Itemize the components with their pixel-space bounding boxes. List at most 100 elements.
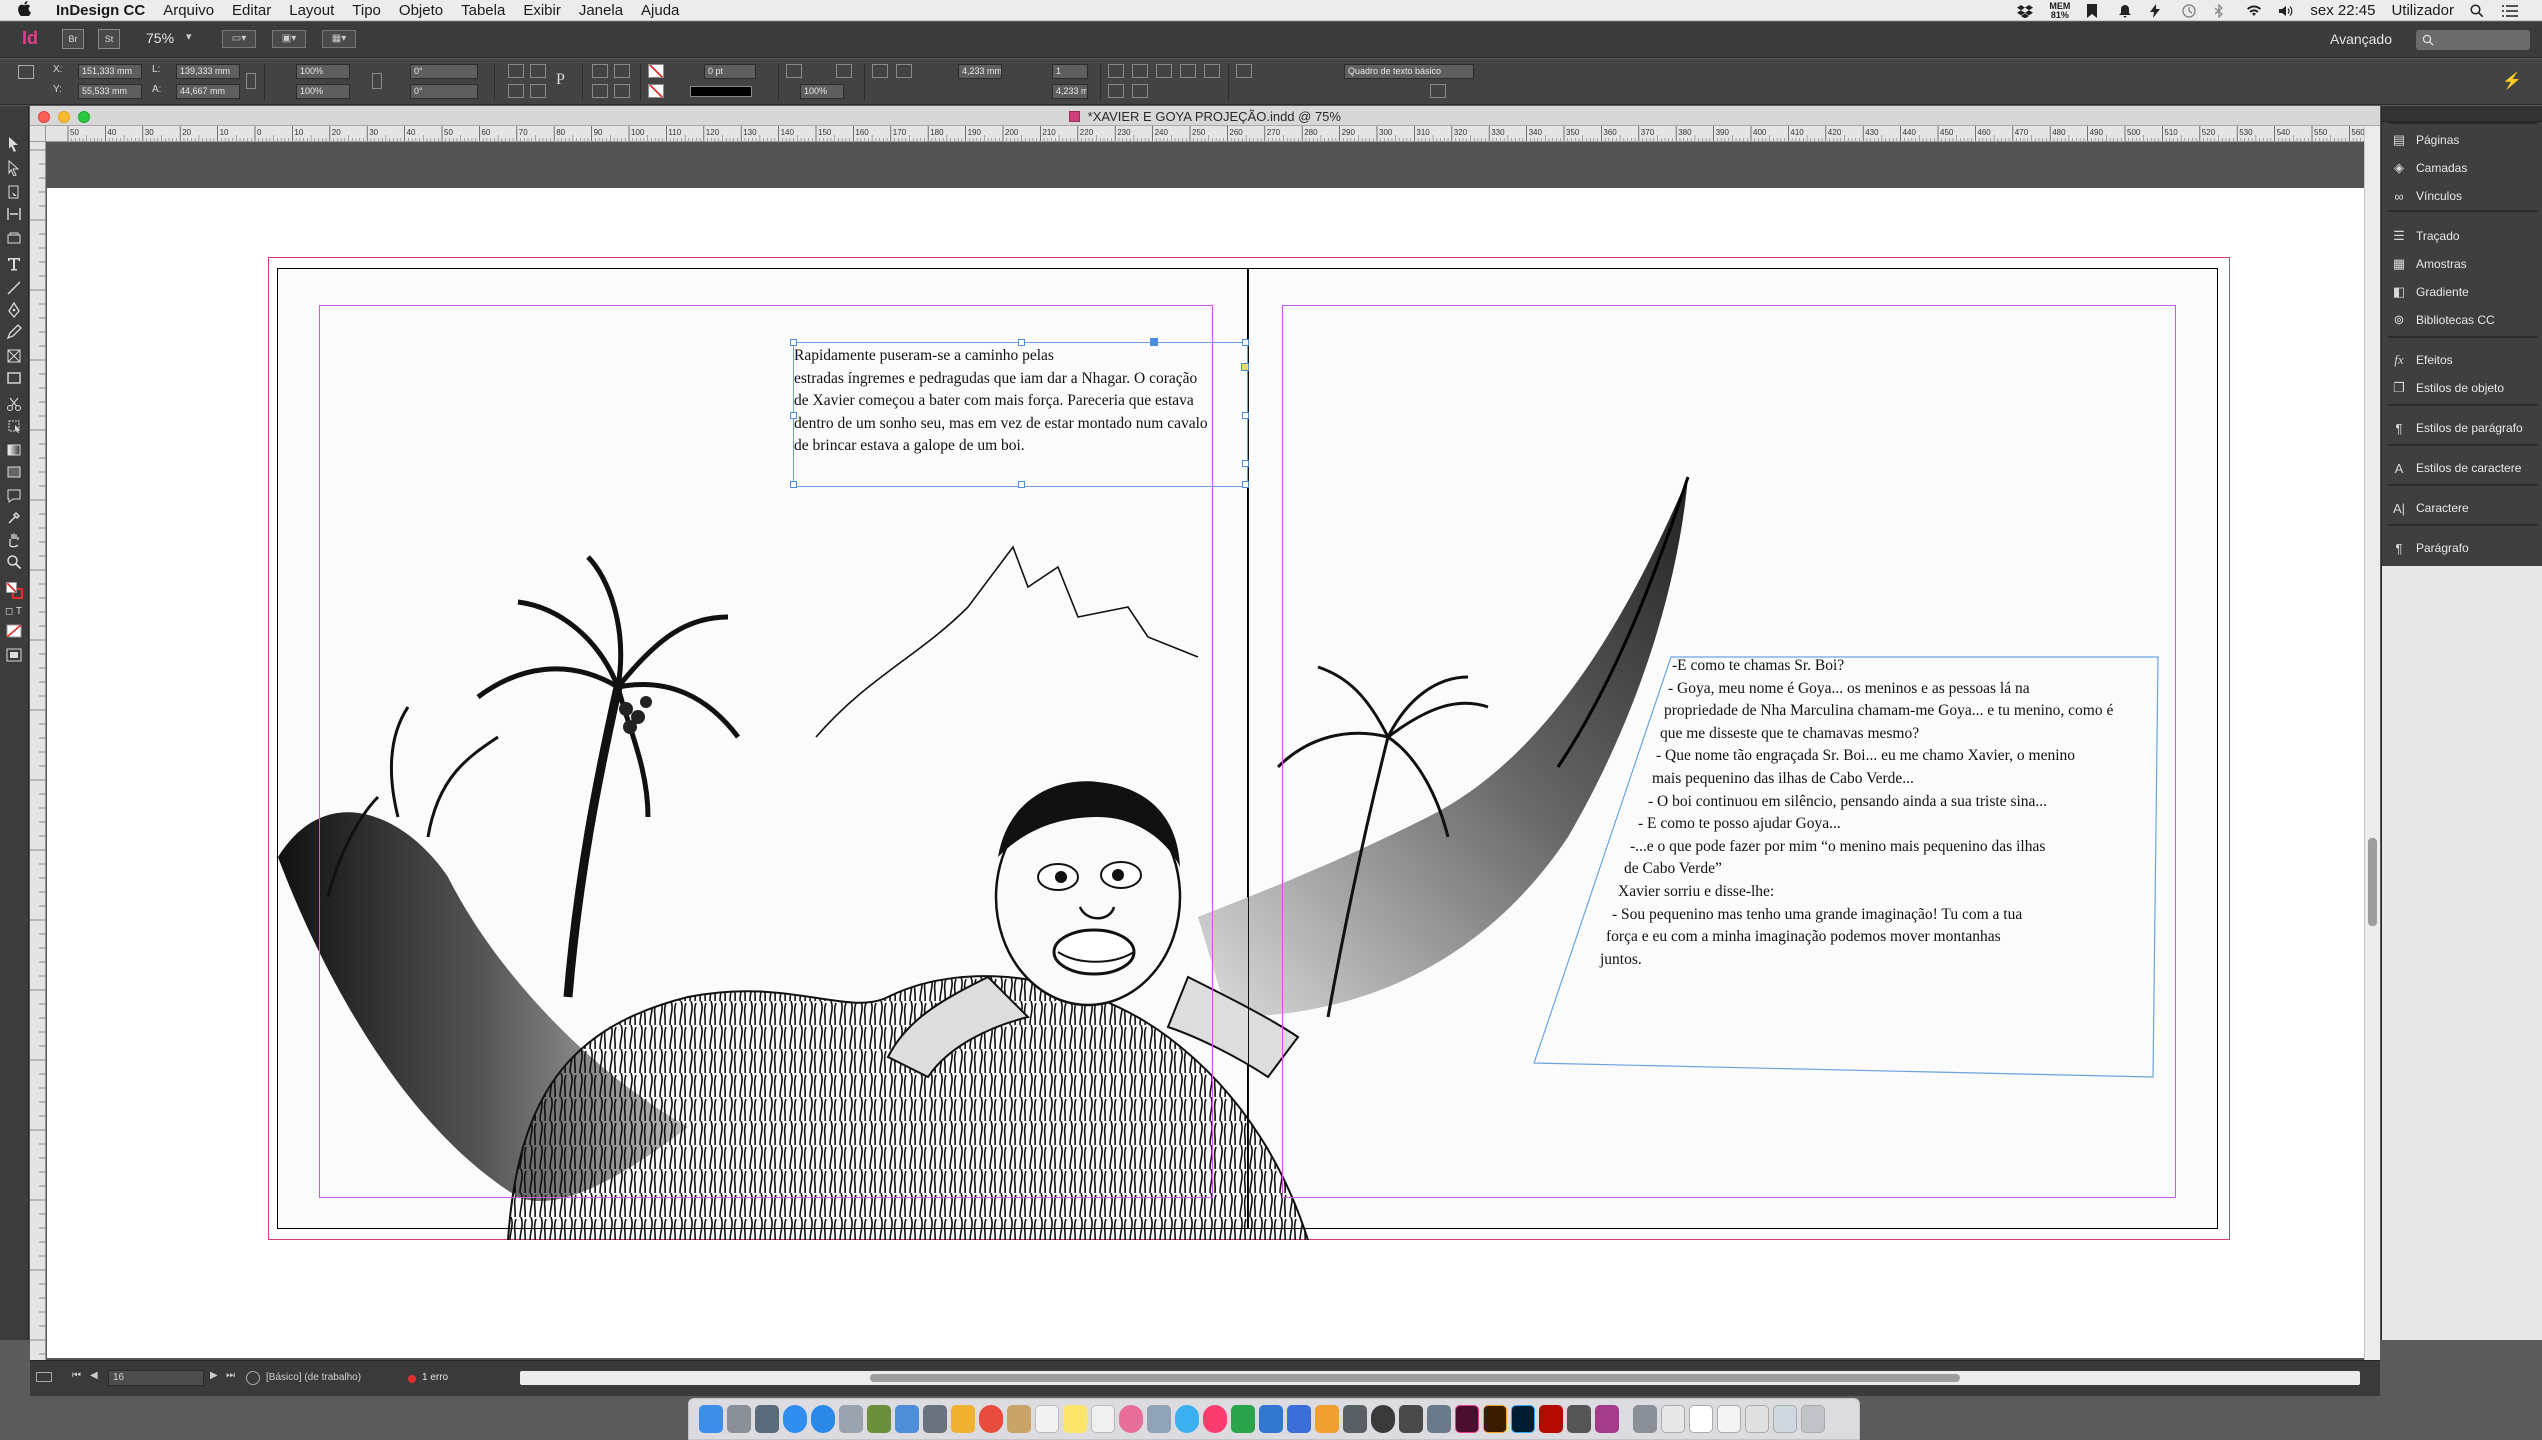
corner-options-handle[interactable] [1241, 363, 1249, 371]
text-frame-options-icon[interactable] [872, 64, 888, 78]
scale-x-field[interactable]: 100% [296, 64, 350, 79]
document-stack-icon[interactable] [1689, 1405, 1713, 1433]
constrain-scale-icon[interactable] [372, 73, 382, 89]
notes-icon[interactable] [1063, 1405, 1087, 1433]
panel-paragraph-styles[interactable]: ¶ Estilos de parágrafo [2390, 418, 2523, 438]
selection-handle[interactable] [790, 412, 797, 419]
content-collector-icon[interactable] [6, 230, 22, 246]
gap-tool-icon[interactable] [6, 206, 22, 222]
flip-vertical-icon[interactable] [530, 84, 546, 98]
align-vertical-centers-icon[interactable] [1204, 64, 1220, 78]
preflight-icon[interactable] [246, 1371, 260, 1385]
page-thumbnail-icon[interactable] [36, 1372, 52, 1382]
left-text-frame[interactable]: Rapidamente puseram-se a caminho pelas e… [790, 338, 1249, 488]
selection-tool-icon[interactable] [6, 136, 22, 152]
direct-selection-tool-icon[interactable] [6, 160, 22, 176]
migration-icon[interactable] [1399, 1405, 1423, 1433]
panel-paragraph[interactable]: ¶ Parágrafo [2390, 538, 2469, 558]
shear-angle-field[interactable]: 0° [410, 84, 478, 99]
first-page-icon[interactable]: ⏮ [72, 1370, 81, 1381]
lightning-icon[interactable]: ⚡ [2502, 71, 2522, 91]
free-transform-tool-icon[interactable] [6, 418, 22, 434]
height-field[interactable]: 44,667 mm [176, 84, 240, 99]
select-container-icon[interactable] [592, 64, 608, 78]
align-left-edges-icon[interactable] [1108, 64, 1124, 78]
screen-mode-button[interactable]: ▣▾ [272, 30, 306, 48]
memory-status[interactable]: MEM 81% [2049, 1, 2070, 20]
launchpad-icon[interactable] [727, 1405, 751, 1433]
right-story-text[interactable]: -E como te chamas Sr. Boi? - Goya, meu n… [1548, 655, 2168, 971]
photoshop-app-icon[interactable] [1511, 1405, 1535, 1433]
rotate-counterclockwise-icon[interactable] [530, 64, 546, 78]
distribute-vertical-icon[interactable] [1132, 84, 1148, 98]
panel-links[interactable]: ∞ Vínculos [2390, 186, 2462, 206]
page-tool-icon[interactable] [6, 184, 22, 200]
search-input[interactable] [2416, 30, 2530, 50]
notes-folder-icon[interactable] [951, 1405, 975, 1433]
fill-swatch[interactable] [648, 64, 664, 78]
utility-icon[interactable] [867, 1405, 891, 1433]
drop-shadow-icon[interactable] [836, 64, 852, 78]
apply-none-icon[interactable] [6, 624, 22, 638]
workspace-switcher[interactable]: Avançado [2330, 31, 2392, 47]
photo-booth-icon[interactable] [1119, 1405, 1143, 1433]
notification-center-icon[interactable] [2502, 4, 2518, 18]
selection-handle[interactable] [1242, 339, 1249, 346]
screenshot-stack-icon[interactable] [1717, 1405, 1741, 1433]
sketch-icon[interactable] [1343, 1405, 1367, 1433]
bolt-icon[interactable] [2150, 3, 2166, 18]
columns-field[interactable]: 1 [1052, 64, 1088, 79]
bridge-button[interactable]: Br [62, 29, 84, 49]
out-port-handle[interactable] [1242, 460, 1249, 467]
fill-swatch[interactable] [6, 582, 17, 593]
frame-anchor-handle[interactable] [1150, 338, 1158, 346]
gutter-secondary-field[interactable]: 4,233 mm [1052, 84, 1088, 99]
vertical-ruler[interactable] [30, 142, 46, 1360]
ruler-origin[interactable] [30, 126, 46, 142]
stroke-weight-field[interactable]: 0 pt [704, 64, 756, 79]
chevron-down-icon[interactable]: ▾ [186, 30, 192, 43]
safari-icon[interactable] [783, 1405, 807, 1433]
app-store-icon[interactable] [811, 1405, 835, 1433]
task-icon[interactable] [1259, 1405, 1283, 1433]
bookmark-icon[interactable] [2086, 3, 2102, 18]
horizontal-ruler[interactable]: 50 40 30 20 10 0 10 20 30 40 50 60 70 80 90 100 110 120 13… [46, 126, 2364, 142]
volume-icon[interactable] [2278, 4, 2294, 18]
selection-handle[interactable] [1018, 339, 1025, 346]
select-next-icon[interactable] [614, 84, 630, 98]
view-options-button[interactable]: ▭▾ [222, 30, 256, 48]
chrome-icon[interactable] [979, 1405, 1003, 1433]
apple-icon[interactable] [18, 0, 40, 20]
network-icon[interactable] [1427, 1405, 1451, 1433]
panel-dock-header[interactable] [2382, 106, 2542, 122]
gradient-tool-icon[interactable] [6, 442, 22, 458]
menu-exibir[interactable]: Exibir [523, 2, 561, 19]
previous-page-icon[interactable]: ◀ [90, 1370, 98, 1381]
object-style-dropdown[interactable]: Quadro de texto básico [1344, 64, 1474, 79]
pasteboard[interactable]: Rapidamente puseram-se a caminho pelas e… [47, 143, 2364, 1358]
rotation-angle-field[interactable]: 0° [410, 64, 478, 79]
type-tool-icon[interactable] [6, 256, 22, 272]
rotate-clockwise-icon[interactable] [508, 64, 524, 78]
indesign-app-icon[interactable] [1455, 1405, 1479, 1433]
terminal-icon[interactable] [1567, 1405, 1591, 1433]
trash-icon[interactable] [1801, 1405, 1825, 1433]
auto-fit-icon[interactable] [1236, 64, 1252, 78]
panel-pages[interactable]: ▤ Páginas [2390, 130, 2460, 150]
y-position-field[interactable]: 55,533 mm [78, 84, 142, 99]
selection-handle[interactable] [790, 339, 797, 346]
selection-handle[interactable] [1018, 481, 1025, 488]
maps-icon[interactable] [1147, 1405, 1171, 1433]
image-stack-icon[interactable] [1773, 1405, 1797, 1433]
photos-icon[interactable] [755, 1405, 779, 1433]
menu-editar[interactable]: Editar [232, 2, 271, 19]
menu-objeto[interactable]: Objeto [399, 2, 443, 19]
panel-effects[interactable]: fx Efeitos [2390, 350, 2452, 370]
panel-layers[interactable]: ◈ Camadas [2390, 158, 2467, 178]
app-menu[interactable]: InDesign CC [56, 2, 145, 19]
illustrator-app-icon[interactable] [1483, 1405, 1507, 1433]
select-content-icon[interactable] [614, 64, 630, 78]
stock-button[interactable]: St [98, 29, 120, 49]
align-right-edges-icon[interactable] [1156, 64, 1172, 78]
zoom-tool-icon[interactable] [6, 554, 22, 570]
